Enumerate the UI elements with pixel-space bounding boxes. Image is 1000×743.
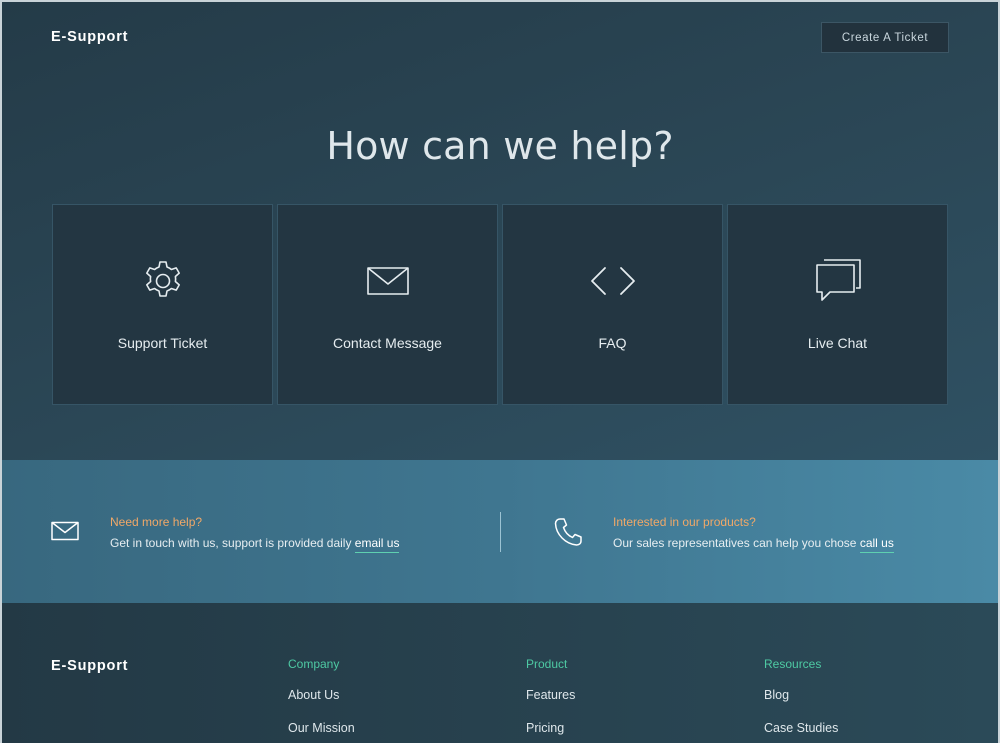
footer-column-company: Company About Us Our Mission bbox=[288, 657, 355, 735]
footer-column-resources: Resources Blog Case Studies bbox=[764, 657, 838, 735]
live-chat-card[interactable]: Live Chat bbox=[727, 204, 948, 405]
card-label: Support Ticket bbox=[117, 335, 208, 351]
footer-link-pricing[interactable]: Pricing bbox=[526, 721, 564, 735]
footer-link-our-mission[interactable]: Our Mission bbox=[288, 721, 355, 735]
envelope-icon bbox=[51, 521, 79, 546]
gear-icon bbox=[53, 255, 272, 307]
support-ticket-card[interactable]: Support Ticket bbox=[52, 204, 273, 405]
footer-column-heading: Company bbox=[288, 657, 340, 671]
create-ticket-button[interactable]: Create A Ticket bbox=[821, 22, 949, 53]
envelope-icon bbox=[278, 255, 497, 307]
footer-link-about-us[interactable]: About Us bbox=[288, 688, 339, 702]
card-label: FAQ bbox=[598, 335, 627, 351]
footer-column-heading: Resources bbox=[764, 657, 822, 671]
call-us-link[interactable]: call us bbox=[859, 536, 894, 553]
card-label: Live Chat bbox=[807, 335, 868, 351]
sales-title: Interested in our products? bbox=[613, 515, 756, 529]
footer-brand-logo[interactable]: E-Support bbox=[51, 658, 128, 674]
page: E-Support Create A Ticket How can we hel… bbox=[2, 2, 998, 743]
brand-logo[interactable]: E-Support bbox=[51, 29, 128, 45]
code-icon bbox=[503, 255, 722, 307]
band-divider bbox=[500, 512, 501, 552]
email-us-link[interactable]: email us bbox=[354, 536, 400, 553]
card-label: Contact Message bbox=[333, 335, 442, 351]
hero-section: E-Support Create A Ticket How can we hel… bbox=[2, 2, 998, 460]
hero-title: How can we help? bbox=[326, 124, 674, 168]
phone-icon bbox=[554, 517, 582, 552]
footer-link-features[interactable]: Features bbox=[526, 688, 575, 702]
footer: E-Support Company About Us Our Mission P… bbox=[2, 603, 998, 743]
footer-column-heading: Product bbox=[526, 657, 568, 671]
help-title: Need more help? bbox=[110, 515, 203, 529]
footer-link-case-studies[interactable]: Case Studies bbox=[764, 721, 838, 735]
help-text: Get in touch with us, support is provide… bbox=[110, 536, 400, 553]
help-band: Need more help? Get in touch with us, su… bbox=[2, 460, 998, 603]
contact-message-card[interactable]: Contact Message bbox=[277, 204, 498, 405]
footer-column-product: Product Features Pricing bbox=[526, 657, 575, 735]
chat-bubbles-icon bbox=[728, 255, 947, 307]
faq-card[interactable]: FAQ bbox=[502, 204, 723, 405]
sales-text: Our sales representatives can help you c… bbox=[613, 536, 894, 553]
footer-link-blog[interactable]: Blog bbox=[764, 688, 789, 702]
